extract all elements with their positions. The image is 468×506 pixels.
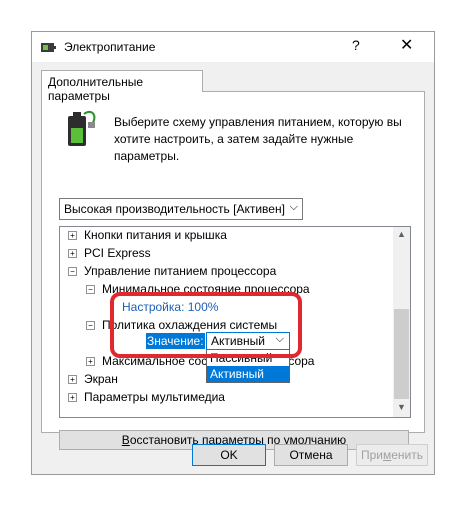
- expand-icon[interactable]: +: [68, 375, 77, 384]
- scroll-up-arrow-icon[interactable]: ▲: [397, 229, 406, 239]
- tree-item-label: Кнопки питания и крышка: [84, 228, 227, 242]
- help-button[interactable]: ?: [352, 37, 360, 53]
- restore-accel-key: В: [121, 433, 130, 447]
- scroll-thumb[interactable]: [394, 309, 409, 399]
- tab-advanced-settings[interactable]: Дополнительные параметры: [41, 70, 203, 103]
- collapse-icon[interactable]: −: [86, 285, 95, 294]
- power-scheme-select[interactable]: Высокая производительность [Активен] ⌵: [59, 198, 303, 220]
- tab-panel: Выберите схему управления питанием, кото…: [41, 91, 425, 450]
- ok-button[interactable]: OK: [192, 444, 266, 466]
- tree-scrollbar[interactable]: ▲ ▼: [393, 227, 410, 417]
- window-title: Электропитание: [64, 40, 156, 54]
- value-select-current: Активный: [211, 334, 265, 348]
- expand-icon[interactable]: +: [68, 249, 77, 258]
- apply-button[interactable]: Применить: [356, 444, 428, 466]
- description-line-1: Выберите схему управления питанием, кото…: [114, 115, 402, 129]
- tree-item-label: Параметры мультимедиа: [84, 390, 225, 404]
- chevron-down-icon: ⌵: [275, 333, 284, 345]
- dropdown-option-passive[interactable]: Пассивный: [207, 350, 289, 366]
- value-dropdown-list: Пассивный Активный: [206, 349, 290, 383]
- tree-item-label: Экран: [84, 372, 118, 386]
- collapse-icon[interactable]: −: [86, 321, 95, 330]
- apply-label-post: енить: [391, 448, 424, 462]
- description-text: Выберите схему управления питанием, кото…: [114, 114, 414, 165]
- collapse-icon[interactable]: −: [68, 267, 77, 276]
- power-options-icon: [41, 43, 56, 52]
- title-bar: Электропитание ? ✕: [32, 32, 434, 62]
- power-options-window: Электропитание ? ✕ Дополнительные параме…: [31, 31, 435, 475]
- dropdown-option-active[interactable]: Активный: [207, 366, 289, 382]
- power-scheme-value: Высокая производительность [Активен]: [64, 202, 285, 216]
- cancel-button[interactable]: Отмена: [274, 444, 348, 466]
- description-line-2: хотите настроить, а затем задайте нужные…: [114, 132, 354, 163]
- close-button[interactable]: ✕: [400, 35, 413, 55]
- tree-item-label: PCI Express: [84, 246, 151, 260]
- tree-item-label: Управление питанием процессора: [84, 264, 277, 278]
- setting-value-text[interactable]: Настройка: 100%: [122, 298, 218, 316]
- apply-label-pre: При: [360, 448, 383, 462]
- expand-icon[interactable]: +: [68, 231, 77, 240]
- apply-accel-key: м: [383, 448, 392, 462]
- cooling-policy-value-select[interactable]: Активный ⌵: [206, 332, 290, 350]
- expand-icon[interactable]: +: [68, 393, 77, 402]
- tree-item-label: Минимальное состояние процессора: [102, 282, 310, 296]
- expand-icon[interactable]: +: [86, 357, 95, 366]
- settings-tree[interactable]: + Кнопки питания и крышка + PCI Express …: [59, 226, 411, 418]
- battery-plug-icon: [68, 110, 96, 146]
- chevron-down-icon: ⌵: [289, 201, 298, 213]
- value-label: Значение:: [146, 333, 205, 349]
- scroll-down-arrow-icon[interactable]: ▼: [397, 402, 406, 412]
